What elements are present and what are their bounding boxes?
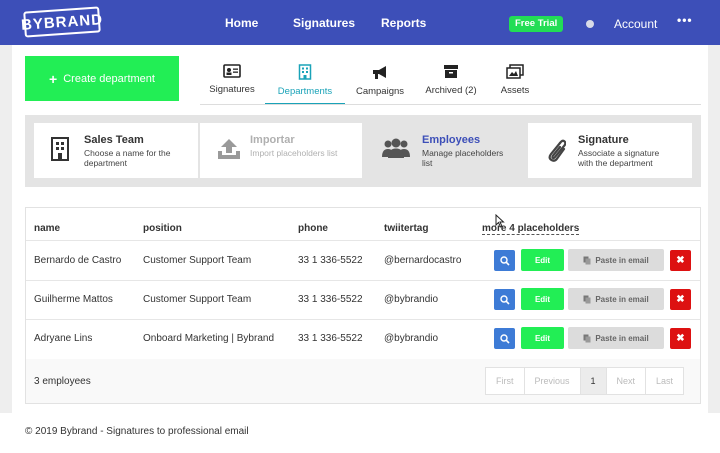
- step-employees[interactable]: Employees Manage placeholders list: [364, 123, 526, 178]
- view-button[interactable]: [494, 250, 515, 271]
- magnifier-icon: [499, 255, 510, 266]
- magnifier-icon: [499, 333, 510, 344]
- upload-icon: [218, 139, 240, 159]
- nav-home[interactable]: Home: [225, 16, 258, 30]
- step-department-name[interactable]: Sales Team Choose a name for the departme…: [34, 123, 198, 178]
- archive-icon: [444, 65, 458, 78]
- cell-phone: 33 1 336-5522: [298, 333, 363, 344]
- row-divider: [26, 319, 700, 320]
- delete-button[interactable]: ✖: [670, 328, 691, 349]
- pagination: First Previous 1 Next Last: [485, 367, 685, 395]
- column-header-twittertag[interactable]: twiitertag: [384, 223, 428, 234]
- delete-button[interactable]: ✖: [670, 289, 691, 310]
- plus-icon: +: [49, 70, 58, 87]
- more-menu-icon[interactable]: •••: [677, 13, 693, 27]
- cell-twittertag: @bybrandio: [384, 294, 439, 305]
- id-card-icon: [223, 64, 241, 78]
- create-department-button[interactable]: + Create department: [25, 56, 179, 101]
- step-description: Manage placeholders list: [422, 148, 504, 168]
- cell-twittertag: @bybrandio: [384, 333, 439, 344]
- step-description: Import placeholders list: [250, 148, 338, 158]
- column-header-phone[interactable]: phone: [298, 223, 328, 234]
- cell-twittertag: @bernardocastro: [384, 255, 462, 266]
- tab-archived-label: Archived (2): [425, 85, 477, 96]
- building-icon: [298, 64, 312, 80]
- copy-icon: [583, 256, 591, 264]
- copy-icon: [583, 295, 591, 303]
- nav-account[interactable]: Account: [614, 17, 657, 31]
- cell-name: Adryane Lins: [34, 333, 93, 344]
- paste-in-email-button[interactable]: Paste in email: [568, 288, 664, 310]
- cell-position: Customer Support Team: [143, 294, 252, 305]
- step-import[interactable]: Importar Import placeholders list: [200, 123, 362, 178]
- users-icon: [382, 138, 410, 158]
- building-icon: [51, 137, 69, 161]
- step-title: Signature: [578, 134, 629, 146]
- tabs-divider: [200, 104, 701, 105]
- nav-reports[interactable]: Reports: [381, 16, 426, 30]
- paste-in-email-label: Paste in email: [595, 255, 649, 265]
- paste-in-email-label: Paste in email: [595, 294, 649, 304]
- images-icon: [506, 64, 524, 79]
- column-header-position[interactable]: position: [143, 223, 182, 234]
- tab-campaigns-label: Campaigns: [355, 86, 405, 97]
- cell-position: Customer Support Team: [143, 255, 252, 266]
- row-divider: [26, 240, 700, 241]
- pager-page-1[interactable]: 1: [580, 368, 607, 394]
- view-button[interactable]: [494, 328, 515, 349]
- view-button[interactable]: [494, 289, 515, 310]
- tab-signatures[interactable]: Signatures: [200, 60, 264, 105]
- step-description: Choose a name for the department: [84, 148, 171, 168]
- tab-signatures-label: Signatures: [209, 84, 255, 95]
- free-trial-badge[interactable]: Free Trial: [509, 16, 564, 32]
- table-footer: 3 employees First Previous 1 Next Last: [26, 359, 700, 403]
- step-title: Employees: [422, 134, 481, 146]
- top-navbar: BYBRAND Home Signatures Reports Free Tri…: [0, 0, 720, 45]
- pager-last[interactable]: Last: [646, 368, 683, 394]
- step-title: Sales Team: [84, 134, 144, 146]
- cell-phone: 33 1 336-5522: [298, 255, 363, 266]
- tab-departments-label: Departments: [277, 86, 333, 97]
- employee-count: 3 employees: [34, 376, 91, 387]
- paste-in-email-button[interactable]: Paste in email: [568, 327, 664, 349]
- nav-signatures[interactable]: Signatures: [293, 16, 355, 30]
- cell-position: Onboard Marketing | Bybrand: [143, 333, 275, 344]
- cell-phone: 33 1 336-5522: [298, 294, 363, 305]
- paste-in-email-label: Paste in email: [595, 333, 649, 343]
- delete-button[interactable]: ✖: [670, 250, 691, 271]
- pager-first[interactable]: First: [486, 368, 525, 394]
- status-dot-icon: [586, 20, 594, 28]
- employees-table: name position phone twiitertag more 4 pl…: [25, 207, 701, 404]
- tab-campaigns[interactable]: Campaigns: [350, 60, 410, 105]
- page-footer: © 2019 Bybrand - Signatures to professio…: [25, 426, 249, 437]
- pager-previous[interactable]: Previous: [525, 368, 581, 394]
- pager-next[interactable]: Next: [607, 368, 647, 394]
- tab-assets-label: Assets: [500, 85, 530, 96]
- cell-name: Bernardo de Castro: [34, 255, 122, 266]
- tab-archived[interactable]: Archived (2): [418, 60, 484, 105]
- column-header-name[interactable]: name: [34, 223, 60, 234]
- edit-button[interactable]: Edit: [521, 288, 564, 310]
- mouse-cursor-icon: [495, 214, 505, 228]
- cell-name: Guilherme Mattos: [34, 294, 113, 305]
- megaphone-icon: [373, 66, 386, 79]
- copy-icon: [583, 334, 591, 342]
- create-department-label: Create department: [63, 72, 155, 85]
- row-divider: [26, 280, 700, 281]
- tab-departments[interactable]: Departments: [265, 60, 345, 105]
- step-signature[interactable]: Signature Associate a signature with the …: [528, 123, 692, 178]
- bybrand-logo[interactable]: BYBRAND: [21, 6, 103, 38]
- magnifier-icon: [499, 294, 510, 305]
- step-description: Associate a signature with the department: [578, 148, 660, 168]
- edit-button[interactable]: Edit: [521, 327, 564, 349]
- paste-in-email-button[interactable]: Paste in email: [568, 249, 664, 271]
- edit-button[interactable]: Edit: [521, 249, 564, 271]
- paperclip-icon: [548, 139, 566, 162]
- step-title: Importar: [250, 134, 295, 146]
- tab-assets[interactable]: Assets: [490, 60, 540, 105]
